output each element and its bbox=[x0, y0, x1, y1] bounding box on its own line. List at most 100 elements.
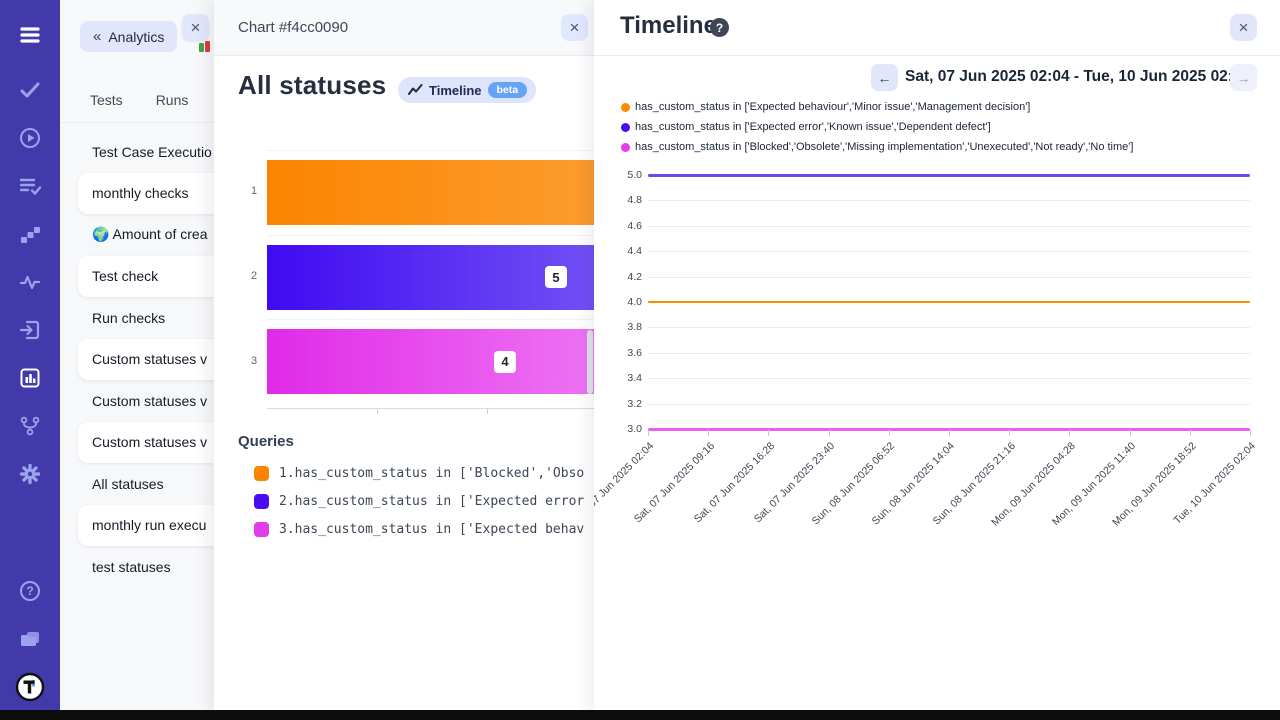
y-axis-tick-label: 3.4 bbox=[612, 372, 642, 384]
y-axis-tick-label: 4.0 bbox=[612, 296, 642, 308]
bar-chart: 12534 bbox=[238, 150, 594, 430]
suites-list-check-icon[interactable] bbox=[18, 174, 42, 198]
timeline-legend: has_custom_status in ['Expected behaviou… bbox=[621, 97, 1133, 157]
timeline-badge-label: Timeline bbox=[429, 83, 482, 98]
y-axis-tick-label: 4.4 bbox=[612, 245, 642, 257]
timeline-title: Timeline bbox=[620, 12, 717, 40]
legend-item[interactable]: has_custom_status in ['Blocked','Obsolet… bbox=[621, 137, 1133, 157]
list-item[interactable]: Run checks bbox=[60, 297, 214, 339]
query-row: 3.has_custom_status in ['Expected behav bbox=[254, 522, 584, 537]
query-text: 1.has_custom_status in ['Blocked','Obso bbox=[279, 466, 584, 481]
bar-axis-tick bbox=[377, 409, 378, 414]
pulse-activity-icon[interactable] bbox=[18, 270, 42, 294]
bar-series-1[interactable] bbox=[267, 160, 594, 225]
gridline bbox=[648, 378, 1250, 379]
query-text: 2.has_custom_status in ['Expected error bbox=[279, 494, 584, 509]
prev-range-button[interactable]: ← bbox=[871, 64, 898, 91]
bar-value-label: 5 bbox=[545, 266, 567, 288]
gridline bbox=[648, 226, 1250, 227]
y-axis-tick-label: 4.2 bbox=[612, 271, 642, 283]
y-axis-tick-label: 3.0 bbox=[612, 423, 642, 435]
tests-check-icon[interactable] bbox=[18, 78, 42, 102]
y-axis-tick-label: 3.6 bbox=[612, 347, 642, 359]
chart-drawer-title: Chart #f4cc0090 bbox=[238, 19, 348, 36]
list-item[interactable]: monthly checks bbox=[78, 173, 215, 215]
analytics-panel: « Analytics × Tests Runs Test Case Execu… bbox=[60, 0, 215, 710]
collapse-chevrons-icon: « bbox=[93, 28, 101, 45]
list-item[interactable]: Custom statuses v bbox=[78, 422, 215, 464]
chart-close-button[interactable]: × bbox=[561, 14, 588, 41]
tabs-divider bbox=[60, 122, 214, 123]
runs-play-icon[interactable] bbox=[18, 126, 42, 150]
series-line-2 bbox=[648, 301, 1250, 303]
testomat-logo[interactable] bbox=[15, 672, 45, 702]
query-color-swatch bbox=[254, 522, 269, 537]
analytics-collapse-pill[interactable]: « Analytics bbox=[80, 21, 177, 52]
import-sign-in-icon[interactable] bbox=[18, 318, 42, 342]
list-item[interactable]: test statuses bbox=[60, 546, 214, 588]
list-item[interactable]: monthly run execu bbox=[78, 505, 215, 547]
query-text: 3.has_custom_status in ['Expected behav bbox=[279, 522, 584, 537]
x-axis-tick bbox=[949, 430, 950, 436]
chart-title: All statuses bbox=[238, 70, 386, 101]
bar-x-axis bbox=[267, 408, 594, 409]
chart-scrollbar-thumb[interactable] bbox=[587, 330, 593, 394]
x-axis-tick bbox=[829, 430, 830, 436]
trend-line-icon bbox=[408, 84, 423, 96]
analytics-tabs: Tests Runs bbox=[60, 92, 215, 108]
analytics-bar-chart-icon[interactable] bbox=[18, 366, 42, 390]
list-item[interactable]: Test check bbox=[78, 256, 215, 298]
timeline-chart: 5.04.84.64.44.24.03.83.63.43.23.0Sat, 07… bbox=[594, 160, 1280, 560]
legend-dot bbox=[621, 143, 630, 152]
legend-dot bbox=[621, 103, 630, 112]
gridline bbox=[648, 327, 1250, 328]
x-axis-tick bbox=[1190, 430, 1191, 436]
tab-tests[interactable]: Tests bbox=[90, 92, 123, 108]
x-axis-tick bbox=[1130, 430, 1131, 436]
x-axis-tick bbox=[1069, 430, 1070, 436]
analytics-close-button[interactable]: × bbox=[182, 14, 209, 41]
query-row: 1.has_custom_status in ['Blocked','Obso bbox=[254, 466, 584, 481]
gridline bbox=[648, 200, 1250, 201]
date-range-label: Sat, 07 Jun 2025 02:04 - Tue, 10 Jun 202… bbox=[905, 68, 1250, 86]
tab-runs[interactable]: Runs bbox=[156, 92, 189, 108]
close-icon: × bbox=[191, 18, 201, 38]
legend-text: has_custom_status in ['Expected behaviou… bbox=[635, 101, 1030, 113]
help-circle-icon[interactable]: ? bbox=[710, 18, 729, 37]
milestones-steps-icon[interactable] bbox=[18, 222, 42, 246]
bar-series-3[interactable] bbox=[267, 329, 594, 394]
bar-category-label: 1 bbox=[246, 185, 262, 197]
list-item[interactable]: 🌍 Amount of crea bbox=[60, 214, 214, 256]
list-item[interactable]: Test Case Executio bbox=[60, 131, 214, 173]
legend-item[interactable]: has_custom_status in ['Expected error','… bbox=[621, 117, 1133, 137]
legend-text: has_custom_status in ['Expected error','… bbox=[635, 121, 991, 133]
gridline bbox=[648, 353, 1250, 354]
projects-folders-icon[interactable] bbox=[18, 627, 42, 651]
menu-icon[interactable] bbox=[18, 23, 42, 47]
branches-fork-icon[interactable] bbox=[18, 414, 42, 438]
list-item[interactable]: All statuses bbox=[60, 463, 214, 505]
band-separator bbox=[267, 235, 594, 236]
y-axis-tick-label: 4.6 bbox=[612, 220, 642, 232]
list-item[interactable]: Custom statuses v bbox=[60, 380, 214, 422]
list-item[interactable]: Custom statuses v bbox=[78, 339, 215, 381]
mini-chart-red-bar bbox=[205, 41, 210, 52]
timeline-drawer: Timeline ? × ← Sat, 07 Jun 2025 02:04 - … bbox=[594, 0, 1280, 710]
series-line-1 bbox=[648, 174, 1250, 177]
arrow-right-icon: → bbox=[1237, 70, 1251, 86]
help-question-icon[interactable]: ? bbox=[18, 579, 42, 603]
bar-axis-tick bbox=[487, 409, 488, 414]
legend-item[interactable]: has_custom_status in ['Expected behaviou… bbox=[621, 97, 1133, 117]
settings-gear-icon[interactable] bbox=[18, 462, 42, 486]
y-axis-tick-label: 4.8 bbox=[612, 194, 642, 206]
timeline-close-button[interactable]: × bbox=[1230, 14, 1257, 41]
x-axis-tick bbox=[1250, 430, 1251, 436]
y-axis-tick-label: 3.2 bbox=[612, 398, 642, 410]
timeline-toggle-badge[interactable]: Timeline beta bbox=[398, 77, 536, 103]
queries-heading: Queries bbox=[238, 433, 294, 450]
x-axis-tick bbox=[708, 430, 709, 436]
close-icon: × bbox=[570, 18, 580, 38]
analytics-chart-list: Test Case Executio monthly checks 🌍 Amou… bbox=[60, 131, 214, 588]
icon-sidebar: ? bbox=[0, 0, 60, 710]
next-range-button[interactable]: → bbox=[1230, 64, 1257, 91]
